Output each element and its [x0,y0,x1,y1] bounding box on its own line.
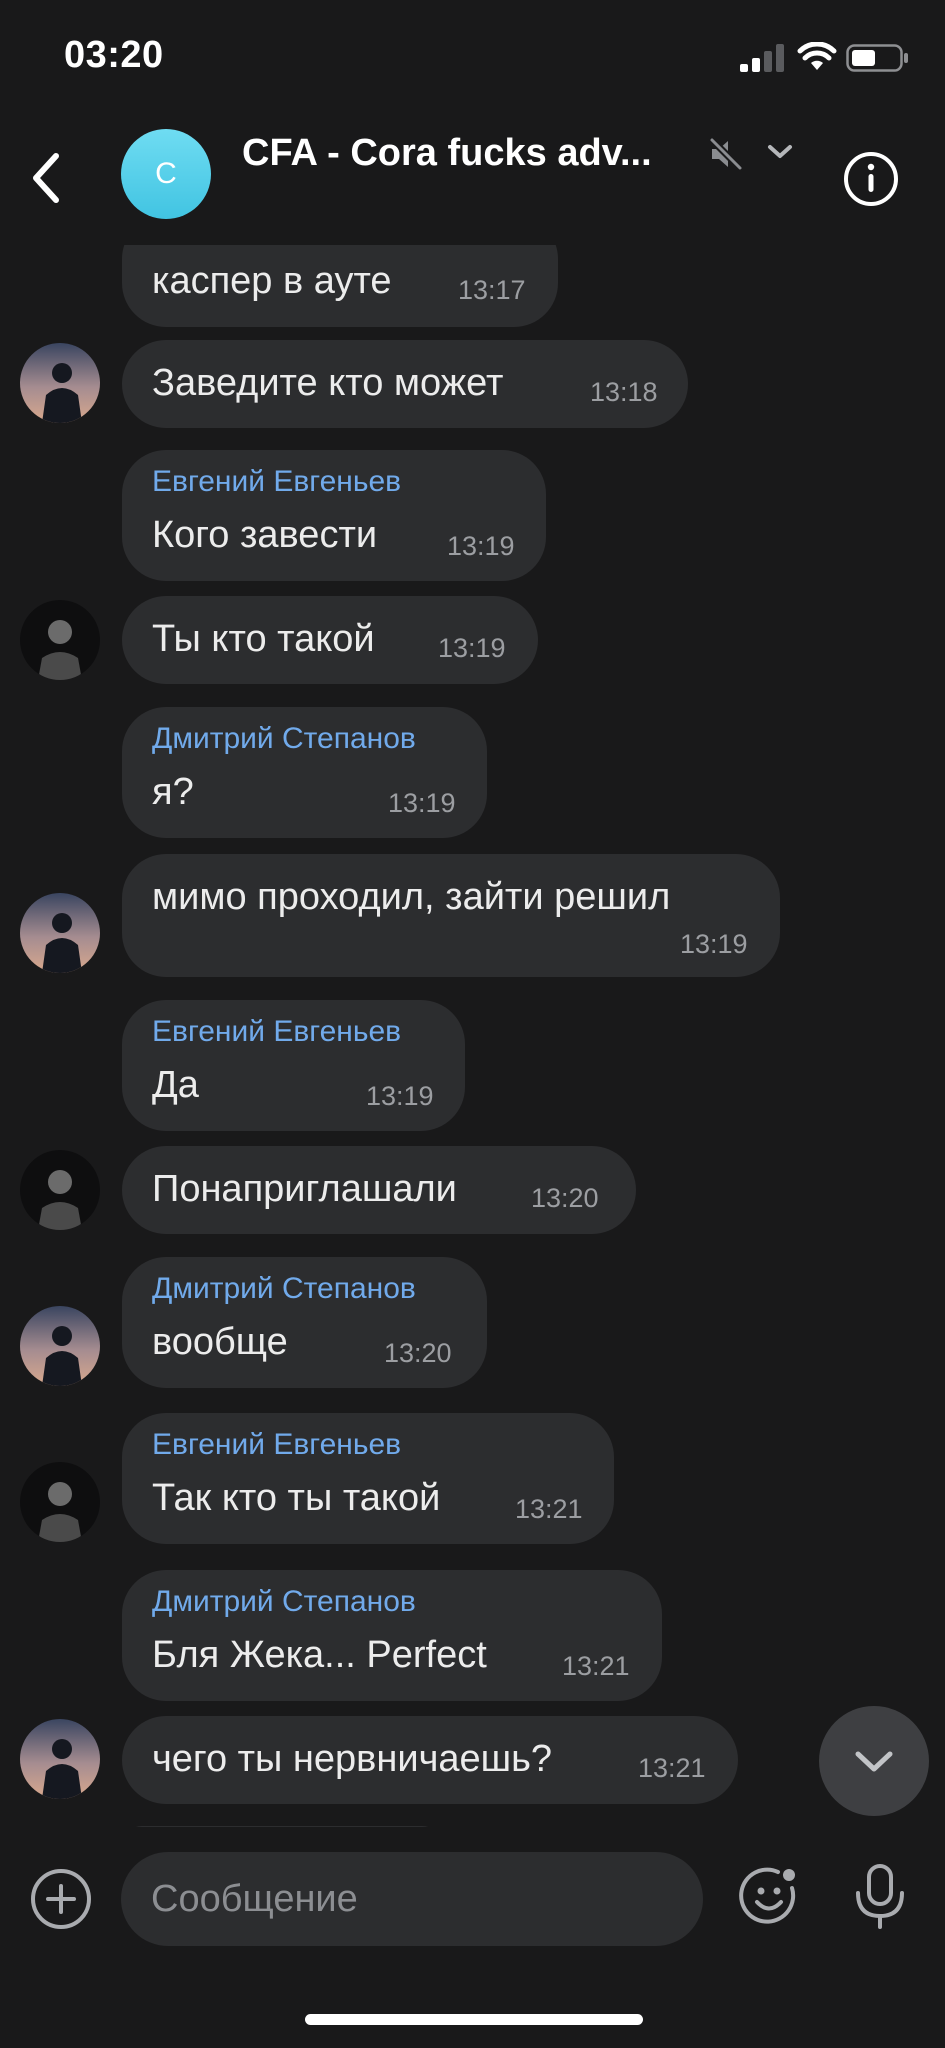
message-bubble[interactable]: Евгений Евгеньев Кого завести 13:19 [122,450,546,581]
message-sender[interactable]: Евгений Евгеньев [152,1428,401,1462]
microphone-icon[interactable] [848,1863,912,1931]
message-sender[interactable]: Евгений Евгеньев [152,1015,401,1049]
message-text: Понаприглашали [152,1168,457,1210]
status-time: 03:20 [64,34,164,76]
message-text: Ты кто такой [152,618,375,660]
chat-header: C CFA - Cora fucks adv... [0,110,945,245]
message-bubble[interactable]: Евгений Евгеньев Так кто ты такой 13:21 [122,1413,614,1544]
battery-icon [846,44,908,72]
message-text: Кого завести [152,514,378,556]
message-list[interactable]: каспер в ауте 13:17 Заведите кто может 1… [0,245,945,1827]
chat-avatar[interactable]: C [121,129,211,219]
message-text: Так кто ты такой [152,1477,441,1519]
message-text: Бля Жека... Perfect [152,1634,487,1676]
message-bubble[interactable]: Понаприглашали 13:20 [122,1146,636,1234]
avatar[interactable] [20,600,100,680]
message-time: 13:19 [366,1081,434,1111]
avatar[interactable] [20,1719,100,1799]
message-time: 13:21 [638,1753,706,1783]
message-text: Заведите кто может [152,362,504,404]
status-bar: 03:20 [0,0,945,110]
message-bubble[interactable]: каспер в ауте 13:17 [122,245,558,327]
avatar[interactable] [20,1462,100,1542]
message-sender[interactable]: Дмитрий Степанов [152,1272,416,1306]
message-bubble[interactable]: Ты кто такой 13:19 [122,596,538,684]
chat-title[interactable]: CFA - Cora fucks adv... [242,132,682,175]
message-sender[interactable]: Дмитрий Степанов [152,1585,416,1619]
wifi-icon [797,42,837,70]
chat-avatar-letter: C [155,157,177,190]
message-bubble[interactable]: Дмитрий Степанов вообще 13:20 [122,1257,487,1388]
message-bubble[interactable]: мимо проходил, зайти решил 13:19 [122,854,780,977]
info-icon[interactable] [843,151,899,207]
message-time: 13:19 [447,531,515,561]
message-time: 13:18 [590,377,658,407]
message-bubble[interactable]: Дмитрий Степанов я? 13:19 [122,707,487,838]
message-time: 13:19 [438,633,506,663]
message-time: 13:19 [680,929,748,959]
chevron-left-icon[interactable] [22,148,74,208]
cellular-signal-icon [740,44,784,72]
speaker-muted-icon [708,136,744,172]
home-indicator [305,2014,643,2025]
message-time: 13:20 [384,1338,452,1368]
message-text: чего ты нервничаешь? [152,1738,553,1780]
message-sender[interactable]: Дмитрий Степанов [152,722,416,756]
message-bubble[interactable]: чего ты нервничаешь? 13:21 [122,1716,738,1804]
message-text: вообще [152,1321,288,1363]
message-time: 13:20 [531,1183,599,1213]
message-input[interactable] [121,1852,703,1946]
scroll-down-button[interactable] [819,1706,929,1816]
avatar[interactable] [20,1150,100,1230]
message-time: 13:19 [388,788,456,818]
message-time: 13:17 [458,275,526,305]
avatar[interactable] [20,893,100,973]
message-bubble[interactable]: Дмитрий Степанов Бля Жека... Perfect 13:… [122,1570,662,1701]
avatar[interactable] [20,343,100,423]
smile-icon[interactable] [738,1864,802,1928]
message-bubble[interactable]: Заведите кто может 13:18 [122,340,688,428]
message-text: мимо проходил, зайти решил [152,876,671,918]
composer [0,1827,945,2048]
message-time: 13:21 [515,1494,583,1524]
chevron-down-icon[interactable] [764,140,796,164]
message-text: каспер в ауте [152,260,392,302]
plus-circle-icon[interactable] [29,1867,93,1931]
message-text: я? [152,771,194,813]
avatar[interactable] [20,1306,100,1386]
chevron-down-icon [855,1751,893,1772]
message-bubble[interactable]: Евгений Евгеньев Да 13:19 [122,1000,465,1131]
message-sender[interactable]: Евгений Евгеньев [152,465,401,499]
message-time: 13:21 [562,1651,630,1681]
message-text: Да [152,1064,199,1106]
